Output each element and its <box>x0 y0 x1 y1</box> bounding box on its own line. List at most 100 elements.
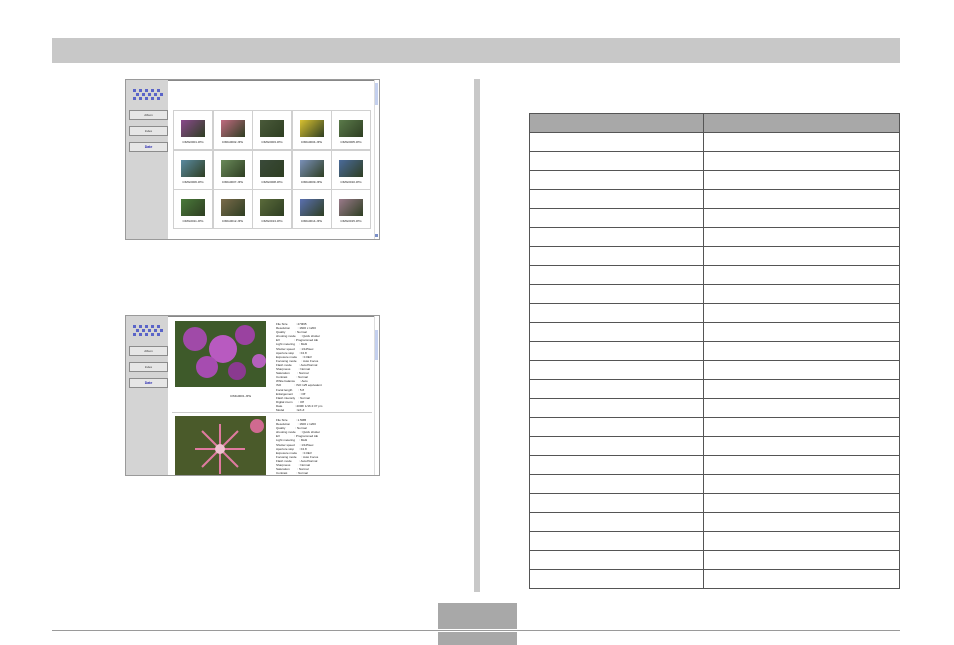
photo-info-text: File Size : 1.5MB Resolution : 1600 x 12… <box>276 418 321 476</box>
thumbnail-filename: CIMG0004.JPG <box>300 140 323 144</box>
thumbnail-image[interactable] <box>181 120 205 137</box>
frame-top-line <box>168 316 379 317</box>
table-cell <box>703 189 900 209</box>
table-header-cell <box>703 113 900 133</box>
thumbnail-image[interactable] <box>181 159 205 177</box>
thumbnail-filename: CIMG0007.JPG <box>221 179 244 184</box>
album-sidebar: Album Index Date <box>126 80 168 239</box>
table-row <box>529 284 900 304</box>
page-number-tab <box>438 603 517 629</box>
date-nav-button[interactable]: Date <box>129 142 168 152</box>
scroll-down-arrow-icon[interactable] <box>375 234 378 237</box>
table-cell <box>529 284 704 304</box>
thumbnail-image[interactable] <box>339 199 363 216</box>
table-cell <box>703 246 900 266</box>
thumbnail-cell[interactable]: CIMG0010.JPG <box>331 149 371 190</box>
thumbnail-filename: CIMG0005.JPG <box>340 140 362 144</box>
table-cell <box>529 569 704 589</box>
table-row <box>529 455 900 475</box>
thumbnail-image[interactable] <box>299 120 324 137</box>
date-view-screenshot: Album Index Date CIMG0001.JPG File Size … <box>125 315 380 476</box>
thumbnail-image[interactable] <box>181 199 205 216</box>
table-cell <box>529 531 704 551</box>
thumbnail-cell[interactable]: CIMG0005.JPG <box>331 110 371 150</box>
thumbnail-cell[interactable]: CIMG0002.JPG <box>212 110 253 150</box>
table-cell <box>703 455 900 475</box>
thumbnail-image[interactable] <box>220 159 245 177</box>
thumbnail-filename: CIMG0009.JPG <box>300 179 323 184</box>
table-cell <box>529 550 704 570</box>
scrollbar-thumb[interactable] <box>375 83 378 105</box>
table-row <box>529 550 900 570</box>
table-cell <box>529 208 704 228</box>
thumbnail-filename: CIMG0011.JPG <box>182 219 204 223</box>
thumbnail-filename: CIMG0008.JPG <box>261 179 283 184</box>
thumbnail-image[interactable] <box>339 159 363 177</box>
table-cell <box>529 303 704 323</box>
thumbnail-cell[interactable]: CIMG0004.JPG <box>291 110 332 150</box>
table-cell <box>529 151 704 171</box>
table-cell <box>529 322 704 342</box>
thumbnail-cell[interactable]: CIMG0008.JPG <box>252 149 292 190</box>
table-cell <box>529 417 704 437</box>
table-cell <box>703 284 900 304</box>
table-cell <box>529 132 704 152</box>
thumbnail-cell[interactable]: CIMG0001.JPG <box>173 110 213 150</box>
table-cell <box>529 512 704 532</box>
table-row <box>529 569 900 589</box>
table-row <box>529 417 900 437</box>
table-cell <box>703 512 900 532</box>
date-nav-button[interactable]: Date <box>129 378 168 388</box>
index-nav-button[interactable]: Index <box>129 126 168 136</box>
thumbnail-image[interactable] <box>220 199 245 216</box>
scrollbar-thumb[interactable] <box>375 330 378 360</box>
thumbnail-image[interactable] <box>260 120 284 137</box>
thumbnail-cell[interactable]: CIMG0011.JPG <box>173 189 213 229</box>
album-nav-button[interactable]: Album <box>129 346 168 356</box>
thumbnail-filename: CIMG0014.JPG <box>300 219 323 223</box>
table-row <box>529 151 900 171</box>
table-row <box>529 341 900 361</box>
album-nav-button[interactable]: Album <box>129 110 168 120</box>
thumbnail-image[interactable] <box>260 199 284 216</box>
table-row <box>529 265 900 285</box>
thumbnail-image[interactable] <box>260 159 284 177</box>
table-cell <box>703 474 900 494</box>
thumbnail-image[interactable] <box>339 120 363 137</box>
table-row <box>529 512 900 532</box>
scrollbar[interactable] <box>374 80 379 239</box>
thumbnail-cell[interactable]: CIMG0006.JPG <box>173 149 213 190</box>
thumbnail-cell[interactable]: CIMG0007.JPG <box>212 149 253 190</box>
thumbnail-cell[interactable]: CIMG0014.JPG <box>291 189 332 229</box>
scrollbar[interactable] <box>374 316 379 475</box>
thumbnail-image[interactable] <box>299 159 324 177</box>
thumbnail-cell[interactable]: CIMG0015.JPG <box>331 189 371 229</box>
table-cell <box>529 379 704 399</box>
verbena-flower-photo <box>175 321 266 387</box>
table-cell <box>703 569 900 589</box>
thumbnail-filename: CIMG0006.JPG <box>182 179 204 184</box>
thumbnail-cell[interactable]: CIMG0009.JPG <box>291 149 332 190</box>
thumbnail-image[interactable] <box>299 199 324 216</box>
table-cell <box>703 341 900 361</box>
thumbnail-grid: CIMG0001.JPG CIMG0002.JPG CIMG0003.JPG CIMG… <box>173 110 371 230</box>
table-cell <box>529 265 704 285</box>
album-logo-icon <box>133 89 163 100</box>
photo-filename: CIMG0001.JPG <box>230 394 252 398</box>
thumbnail-cell[interactable]: CIMG0013.JPG <box>252 189 292 229</box>
table-row <box>529 227 900 247</box>
date-sidebar: Album Index Date <box>126 316 168 475</box>
photo-info-text: File Size : 270KB Resolution : 1600 x 12… <box>276 322 323 412</box>
table-cell <box>703 208 900 228</box>
thumbnail-filename: CIMG0015.JPG <box>340 219 362 223</box>
header-bar <box>52 38 900 63</box>
section-divider <box>172 412 372 413</box>
table-cell <box>529 436 704 456</box>
thumbnail-filename: CIMG0002.JPG <box>221 140 244 144</box>
thumbnail-image[interactable] <box>220 120 245 137</box>
thumbnail-cell[interactable]: CIMG0012.JPG <box>212 189 253 229</box>
thumbnail-cell[interactable]: CIMG0003.JPG <box>252 110 292 150</box>
index-nav-button[interactable]: Index <box>129 362 168 372</box>
table-cell <box>529 360 704 380</box>
table-cell <box>529 246 704 266</box>
